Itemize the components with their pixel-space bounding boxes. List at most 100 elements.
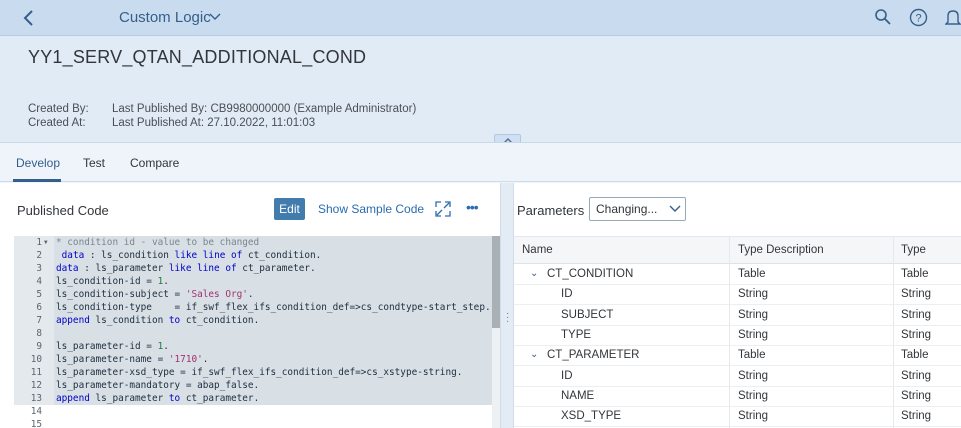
code-text: append ls_parameter to ct_parameter. (56, 393, 260, 404)
cell-name: SUBJECT (561, 308, 614, 321)
line-number: 13 (30, 393, 42, 404)
last-published-at: Last Published At: 27.10.2022, 11:01:03 (112, 117, 316, 129)
cell-type-description: String (738, 410, 769, 423)
active-tab-indicator (13, 179, 61, 182)
fold-toggle-icon[interactable]: ▼ (44, 236, 48, 249)
notification-icon[interactable] (944, 8, 961, 28)
line-number: 1 (36, 237, 42, 248)
cell-type-description: String (738, 389, 769, 402)
table-row[interactable]: ID String String (514, 285, 961, 306)
parameters-table: Name Type Description Type ⌄ CT_CONDITION… (514, 236, 961, 428)
code-line[interactable]: 4 ls_condition-id = 1. (14, 275, 492, 288)
chevron-left-icon (23, 10, 33, 26)
code-line[interactable]: 3 data : ls_parameter like line of ct_par… (14, 262, 492, 275)
panel-title: Published Code (17, 203, 109, 218)
created-at-label: Created At: (28, 117, 86, 129)
line-number: 14 (30, 406, 42, 417)
column-header-type-description[interactable]: Type Description (738, 244, 824, 256)
chevron-down-icon[interactable] (209, 10, 221, 25)
line-number: 5 (36, 289, 42, 300)
table-row[interactable]: XSD_TYPE String String (514, 407, 961, 428)
search-icon[interactable] (874, 8, 894, 28)
cell-type-description: String (738, 288, 769, 301)
editor-scrollbar-thumb[interactable] (492, 236, 500, 328)
created-by-label: Created By: (28, 103, 89, 115)
column-header-type[interactable]: Type (901, 244, 926, 256)
table-group-row[interactable]: ⌄ CT_CONDITION Table Table (514, 265, 961, 285)
table-row[interactable]: ID String String (514, 367, 961, 387)
line-number: 7 (36, 315, 42, 326)
cell-type: String (901, 328, 932, 341)
line-number: 8 (36, 328, 42, 339)
line-number: 9 (36, 341, 42, 352)
code-text: ls_condition-type = if_swf_flex_ifs_cond… (56, 302, 491, 313)
panel-splitter[interactable]: · · · (500, 183, 514, 428)
table-row[interactable]: SUBJECT String String (514, 306, 961, 326)
code-line[interactable]: 8 (14, 327, 492, 340)
code-line[interactable]: 7 append ls_condition to ct_condition. (14, 314, 492, 327)
more-icon[interactable]: ••• (466, 200, 479, 214)
code-line[interactable]: 1 ▼ * condition id - value to be changed (14, 236, 492, 249)
column-header-name[interactable]: Name (522, 244, 553, 256)
fullscreen-icon[interactable] (435, 201, 451, 217)
code-line[interactable]: 12 ls_parameter-mandatory = abap_false. (14, 379, 492, 392)
code-line[interactable]: 10 ls_parameter-name = '1710'. (14, 353, 492, 366)
cell-type: String (901, 288, 932, 301)
code-editor[interactable]: 1 ▼ * condition id - value to be changed 2 … (14, 236, 492, 428)
cell-type: String (901, 308, 932, 321)
cell-name: TYPE (561, 328, 592, 341)
parameter-type-select[interactable]: Changing... (589, 197, 686, 221)
line-number: 2 (36, 250, 42, 261)
expand-icon[interactable]: ⌄ (530, 268, 538, 279)
code-text: ls_parameter-name = '1710'. (56, 354, 209, 365)
line-number: 12 (30, 380, 42, 391)
tab-bar: Develop Test Compare (0, 142, 961, 182)
show-sample-code-link[interactable]: Show Sample Code (318, 202, 424, 216)
chevron-down-icon (669, 202, 681, 217)
table-row[interactable]: NAME String String (514, 387, 961, 407)
cell-name: XSD_TYPE (561, 410, 622, 423)
code-line[interactable]: 2 data : ls_condition like line of ct_co… (14, 249, 492, 262)
cell-name: ID (561, 369, 573, 382)
cell-type: String (901, 369, 932, 382)
line-number: 11 (30, 367, 42, 378)
cell-type-description: String (738, 328, 769, 341)
object-header: YY1_SERV_QTAN_ADDITIONAL_COND Created By… (0, 36, 961, 142)
code-line[interactable]: 14 (14, 405, 492, 418)
parameters-title: Parameters (517, 203, 585, 218)
edit-button[interactable]: Edit (274, 198, 305, 220)
object-title: YY1_SERV_QTAN_ADDITIONAL_COND (28, 47, 367, 67)
app-title[interactable]: Custom Logic (119, 9, 211, 26)
cell-type: Table (901, 349, 929, 362)
code-line[interactable]: 15 (14, 418, 492, 428)
code-line[interactable]: 5 ls_condition-subject = 'Sales Org'. (14, 288, 492, 301)
cell-name: ID (561, 288, 573, 301)
help-icon[interactable]: ? (909, 8, 929, 28)
code-line[interactable]: 13 append ls_parameter to ct_parameter. (14, 392, 492, 405)
published-code-panel: Published Code Edit Show Sample Code •••… (0, 183, 500, 428)
code-text: * condition id - value to be changed (56, 237, 260, 248)
line-number: 10 (30, 354, 42, 365)
tab-develop[interactable]: Develop (16, 156, 60, 170)
code-text: append ls_condition to ct_condition. (56, 315, 260, 326)
table-row[interactable]: TYPE String String (514, 326, 961, 346)
code-text: ls_parameter-id = 1. (56, 341, 169, 352)
line-number: 15 (30, 419, 42, 428)
last-published-by: Last Published By: CB9980000000 (Example… (112, 103, 417, 115)
back-button[interactable] (18, 6, 40, 30)
tab-test[interactable]: Test (83, 156, 105, 170)
tab-compare[interactable]: Compare (130, 156, 179, 170)
code-line[interactable]: 11 ls_parameter-xsd_type = if_swf_flex_if… (14, 366, 492, 379)
select-value: Changing... (596, 202, 658, 216)
cell-name: NAME (561, 389, 595, 402)
code-line[interactable]: 9 ls_parameter-id = 1. (14, 340, 492, 353)
code-text: ls_parameter-mandatory = abap_false. (56, 380, 260, 391)
svg-text:?: ? (915, 13, 921, 25)
code-line[interactable]: 6 ls_condition-type = if_swf_flex_ifs_con… (14, 301, 492, 314)
expand-icon[interactable]: ⌄ (530, 349, 538, 360)
cell-type: String (901, 389, 932, 402)
table-group-row[interactable]: ⌄ CT_PARAMETER Table Table (514, 346, 961, 367)
line-number: 4 (36, 276, 42, 287)
splitter-grip-icon[interactable]: · · · (506, 309, 509, 327)
line-number: 3 (36, 263, 42, 274)
